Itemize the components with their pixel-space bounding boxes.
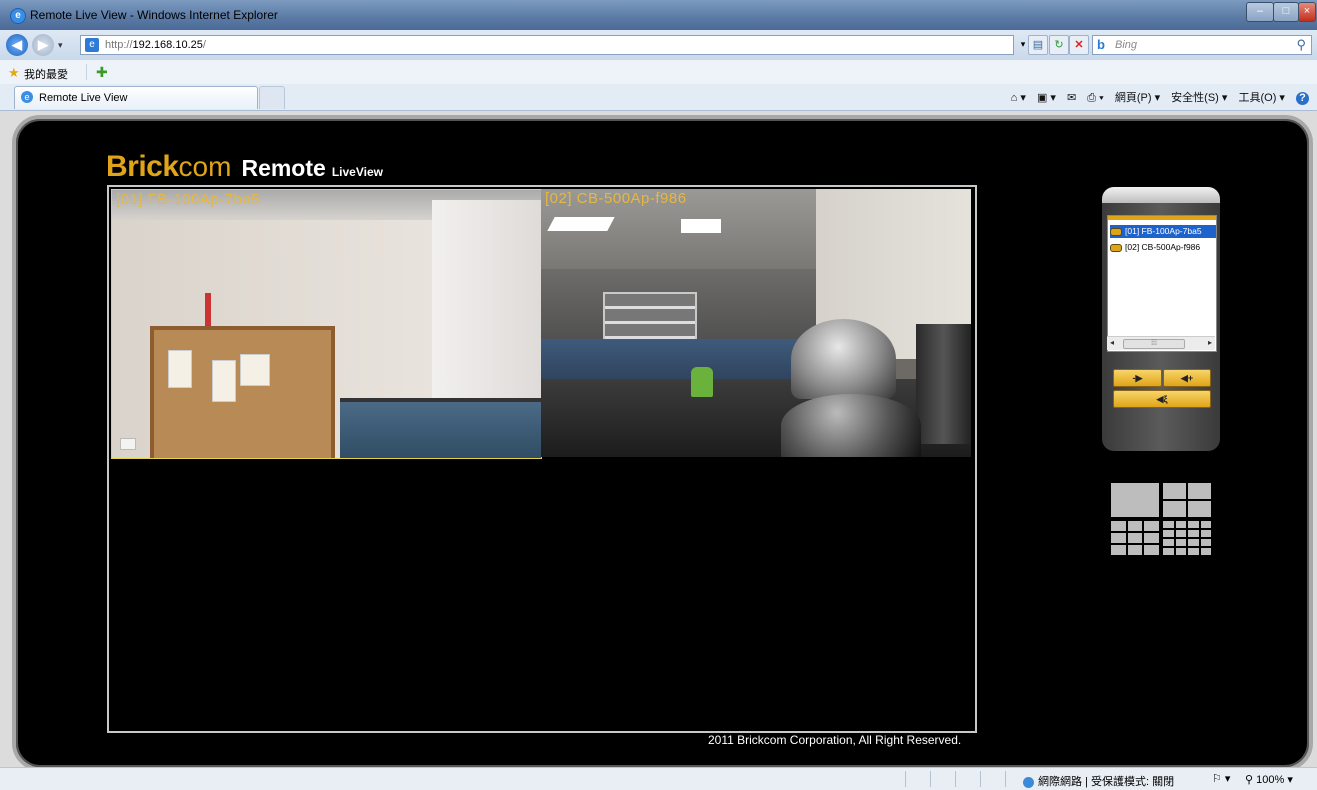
- speaker-button[interactable]: ◀ξ: [1113, 390, 1211, 408]
- layout-16-button[interactable]: [1163, 521, 1211, 555]
- scene-dome-camera: [791, 319, 896, 399]
- copyright-text: 2011 Brickcom Corporation, All Right Res…: [708, 733, 962, 747]
- page-icon: e: [85, 38, 99, 52]
- brand-name-bold: Brick: [106, 150, 179, 183]
- panel-cap: [1102, 187, 1220, 203]
- add-favorite-icon[interactable]: ✚: [96, 64, 108, 81]
- minimize-button[interactable]: –: [1246, 2, 1274, 22]
- zoom-control[interactable]: ⚲ 100% ▾: [1245, 773, 1293, 786]
- print-icon[interactable]: ⎙ ▾: [1087, 92, 1103, 104]
- safety-menu[interactable]: 安全性(S) ▾: [1171, 92, 1227, 104]
- scroll-left-icon[interactable]: ◂: [1110, 338, 1114, 347]
- recent-pages-dropdown-icon[interactable]: ▾: [58, 40, 63, 51]
- layout-9-button[interactable]: [1111, 521, 1159, 555]
- help-icon[interactable]: ?: [1296, 92, 1309, 105]
- favorites-label[interactable]: 我的最愛: [24, 66, 68, 82]
- title-bar: e Remote Live View - Windows Internet Ex…: [0, 0, 1317, 30]
- tools-menu[interactable]: 工具(O) ▾: [1238, 92, 1284, 104]
- scene-bottle: [691, 367, 713, 397]
- list-header-bar: [1108, 216, 1216, 220]
- command-bar: ⌂ ▾ ▣ ▾ ✉ ⎙ ▾ 網頁(P) ▾ 安全性(S) ▾ 工具(O) ▾ ?: [1003, 89, 1309, 105]
- protected-mode-icon[interactable]: ⚐ ▾: [1212, 772, 1230, 785]
- status-separator: [905, 771, 906, 787]
- camera-1-label: [01] FB-100Ap-7ba5: [116, 191, 261, 208]
- zoom-level: 100%: [1256, 774, 1285, 786]
- favorites-bar: ★ 我的最愛 ✚: [0, 60, 1317, 85]
- camera-icon: [1110, 227, 1122, 236]
- page-menu[interactable]: 網頁(P) ▾: [1115, 92, 1160, 104]
- layout-4-button[interactable]: [1163, 483, 1211, 517]
- mail-icon[interactable]: ✉: [1067, 92, 1076, 104]
- scroll-thumb[interactable]: ⁞⁞⁞: [1123, 339, 1185, 349]
- url-field[interactable]: e http://192.168.10.25/: [80, 35, 1014, 55]
- new-tab-button[interactable]: [259, 86, 285, 109]
- window-title: Remote Live View - Windows Internet Expl…: [30, 8, 278, 22]
- brand-name-light: com: [178, 151, 232, 182]
- scene-camera: [916, 324, 971, 444]
- scene-note: [212, 360, 236, 402]
- status-separator: [930, 771, 931, 787]
- camera-list-item-label: [01] FB-100Ap-7ba5: [1125, 226, 1202, 236]
- scene-dome-camera: [781, 394, 921, 457]
- tab-bar: e Remote Live View ⌂ ▾ ▣ ▾ ✉ ⎙ ▾ 網頁(P) ▾…: [0, 84, 1317, 111]
- tab-label: Remote Live View: [39, 92, 128, 104]
- list-horizontal-scrollbar[interactable]: ◂ ⁞⁞⁞ ▸: [1107, 336, 1215, 350]
- scene-bulletin-board: [150, 326, 335, 458]
- compatibility-icon[interactable]: ▤: [1028, 35, 1048, 55]
- security-zone-label: 網際網路 | 受保護模式: 關閉: [1038, 776, 1175, 788]
- scene-outlet: [120, 438, 136, 450]
- refresh-icon[interactable]: ↻: [1049, 35, 1069, 55]
- layout-1-button[interactable]: [1111, 483, 1159, 517]
- tab-remote-live-view[interactable]: e Remote Live View: [14, 86, 258, 109]
- status-separator: [980, 771, 981, 787]
- camera-list-item-1[interactable]: [01] FB-100Ap-7ba5: [1110, 225, 1216, 238]
- scene-note: [240, 354, 270, 386]
- scroll-right-icon[interactable]: ▸: [1208, 338, 1212, 347]
- forward-button[interactable]: ▶: [32, 34, 54, 56]
- scene-light: [547, 217, 615, 231]
- camera-list-item-label: [02] CB-500Ap-f986: [1125, 242, 1201, 252]
- status-separator: [955, 771, 956, 787]
- security-zone[interactable]: 網際網路 | 受保護模式: 關閉: [1023, 773, 1174, 789]
- scene-light: [681, 219, 721, 233]
- ie-icon: e: [10, 8, 26, 24]
- status-bar: 網際網路 | 受保護模式: 關閉 ⚐ ▾ ⚲ 100% ▾: [0, 767, 1317, 790]
- status-separator: [1005, 771, 1006, 787]
- ie-tab-icon: e: [21, 91, 33, 103]
- scene-note: [168, 350, 192, 388]
- camera-2-label: [02] CB-500Ap-f986: [545, 190, 687, 207]
- scene-sign: [205, 293, 211, 327]
- favorites-star-icon[interactable]: ★: [8, 65, 20, 81]
- camera-view-2[interactable]: [02] CB-500Ap-f986: [541, 189, 971, 457]
- camera-icon: [1110, 243, 1122, 252]
- camera-list: [01] FB-100Ap-7ba5 [02] CB-500Ap-f986: [1107, 215, 1217, 352]
- close-button[interactable]: ×: [1298, 2, 1316, 22]
- brand-logo: Brickcom Remote LiveView: [106, 150, 383, 184]
- mic-volume-down-button[interactable]: -▶: [1113, 369, 1162, 387]
- search-field[interactable]: b Bing ⚲: [1092, 35, 1312, 55]
- url-text: http://192.168.10.25/: [105, 39, 206, 51]
- search-placeholder: Bing: [1115, 39, 1138, 51]
- home-icon[interactable]: ⌂ ▾: [1011, 92, 1026, 104]
- product-name: Remote: [241, 155, 326, 181]
- speaker-volume-up-button[interactable]: ◀+: [1163, 369, 1211, 387]
- feeds-icon[interactable]: ▣ ▾: [1037, 92, 1056, 104]
- camera-view-1[interactable]: [01] FB-100Ap-7ba5: [111, 189, 542, 459]
- scene-partition: [340, 398, 541, 458]
- globe-icon: [1023, 776, 1034, 788]
- camera-list-item-2[interactable]: [02] CB-500Ap-f986: [1110, 241, 1216, 254]
- product-sub: LiveView: [331, 165, 383, 179]
- stop-icon[interactable]: ✕: [1069, 35, 1089, 55]
- back-button[interactable]: ◀: [6, 34, 28, 56]
- divider: [86, 64, 87, 80]
- maximize-button[interactable]: □: [1273, 2, 1299, 22]
- address-bar: ◀ ▶ ▾ e http://192.168.10.25/ ▾ ▤ ↻ ✕ b …: [0, 30, 1317, 60]
- search-icon[interactable]: ⚲: [1296, 37, 1306, 53]
- bing-icon: b: [1097, 37, 1105, 52]
